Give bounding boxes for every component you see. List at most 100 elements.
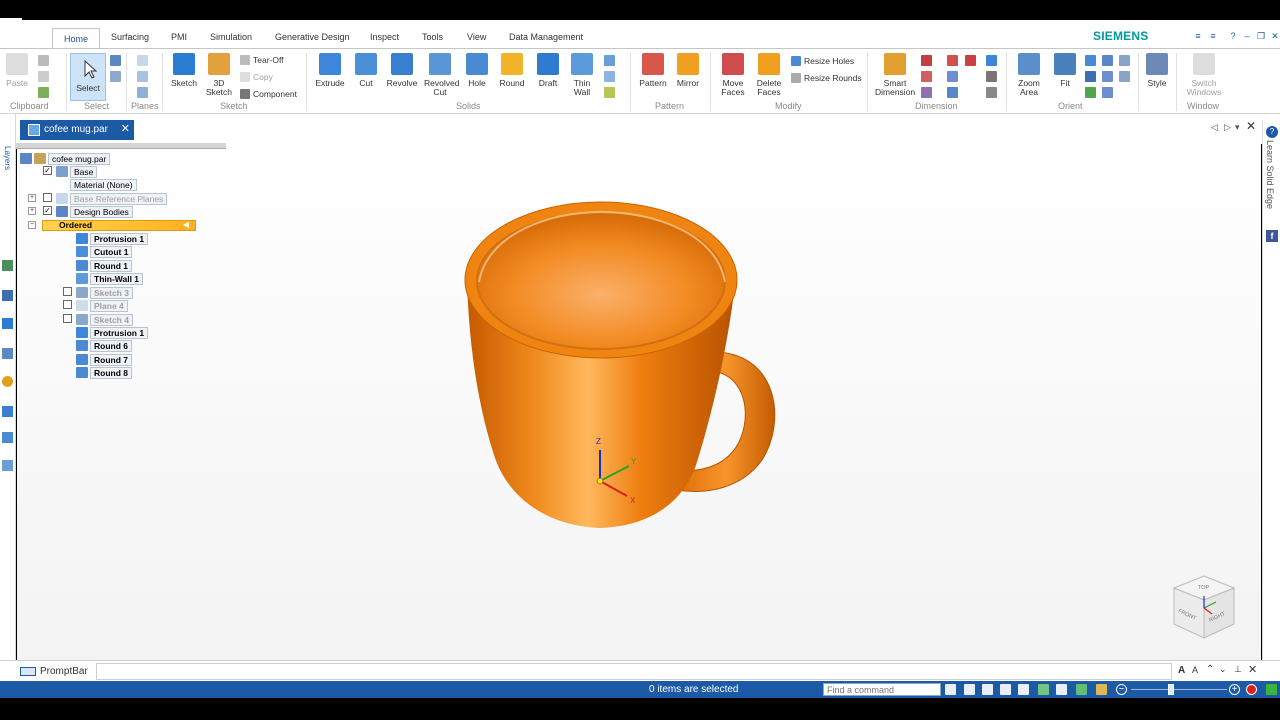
style-button[interactable]: Style <box>1144 53 1170 88</box>
round-button[interactable]: Round <box>497 53 527 88</box>
base-planes-checkbox[interactable] <box>43 193 52 202</box>
help-circle-icon[interactable]: ? <box>1266 126 1278 138</box>
design-bodies-checkbox[interactable]: ✓ <box>43 206 52 215</box>
zoom-status-icon[interactable] <box>982 684 993 695</box>
resize-holes-button[interactable]: Resize Holes <box>791 56 854 66</box>
tab-scroll-right-icon[interactable]: ▷ <box>1224 122 1231 133</box>
tab-view[interactable]: View <box>467 32 486 42</box>
rotate-status-icon[interactable] <box>1038 684 1049 695</box>
tree-item-ordered[interactable]: Ordered ◀ <box>42 220 196 231</box>
text-icon[interactable] <box>986 71 997 82</box>
select-button[interactable]: Select <box>70 53 106 101</box>
fit-status-icon[interactable] <box>1000 684 1011 695</box>
copy-clipboard-icon[interactable] <box>38 71 49 82</box>
tree-item-feature[interactable]: Thin-Wall 1 <box>90 272 144 285</box>
copy-button[interactable]: Copy <box>240 72 273 82</box>
coincident-plane-icon[interactable] <box>137 55 148 66</box>
sensors-icon[interactable] <box>2 406 13 417</box>
plane-4-checkbox[interactable] <box>63 300 72 309</box>
tree-item-feature[interactable]: Sketch 3 <box>90 286 133 299</box>
thin-wall-button[interactable]: Thin Wall <box>569 53 595 97</box>
pan-status-icon[interactable] <box>1018 684 1029 695</box>
web-network-icon[interactable] <box>604 71 615 82</box>
select-filter-icon[interactable] <box>110 55 121 66</box>
spin-about-icon[interactable] <box>1102 71 1113 82</box>
variables-icon[interactable] <box>2 432 13 443</box>
resize-rounds-button[interactable]: Resize Rounds <box>791 73 862 83</box>
revolved-cut-button[interactable]: Revolved Cut <box>420 53 460 97</box>
expand-icon[interactable]: + <box>28 207 36 215</box>
record-icon[interactable] <box>1246 684 1257 695</box>
view-orient-icon[interactable] <box>1102 55 1113 66</box>
pan-icon[interactable] <box>1085 71 1096 82</box>
document-tab[interactable]: cofee mug.par ✕ <box>20 120 134 140</box>
tree-item-design-bodies[interactable]: Design Bodies <box>70 205 133 218</box>
zoom-in-icon[interactable]: + <box>1229 684 1240 695</box>
tab-list-icon[interactable]: ▾ <box>1235 122 1240 133</box>
zoom-icon[interactable] <box>1085 55 1096 66</box>
tree-item-feature[interactable]: Round 6 <box>90 339 132 352</box>
parallel-plane-icon[interactable] <box>137 71 148 82</box>
tab-home[interactable]: Home <box>52 28 101 49</box>
tab-inspect[interactable]: Inspect <box>370 32 399 42</box>
tear-off-button[interactable]: Tear-Off <box>240 55 284 65</box>
learn-solid-edge-tab[interactable]: Learn Solid Edge <box>1265 140 1275 209</box>
3d-sketch-button[interactable]: 3D Sketch <box>204 53 234 97</box>
rib-icon[interactable] <box>604 55 615 66</box>
facebook-icon[interactable]: f <box>1266 230 1278 242</box>
selection-manager-icon[interactable] <box>2 460 13 471</box>
revolve-button[interactable]: Revolve <box>384 53 420 88</box>
base-checkbox[interactable]: ✓ <box>43 166 52 175</box>
tree-root[interactable]: cofee mug.par <box>48 152 111 165</box>
tree-item-feature[interactable]: Round 8 <box>90 366 132 379</box>
fit-button[interactable]: Fit <box>1052 53 1078 88</box>
restore-icon[interactable]: ❐ <box>1256 31 1266 41</box>
help-icon[interactable]: ? <box>1228 31 1238 41</box>
tree-item-feature[interactable]: Protrusion 1 <box>90 326 149 339</box>
zoom-area-status-icon[interactable] <box>964 684 975 695</box>
zoom-slider-track[interactable] <box>1131 689 1227 690</box>
common-views-icon[interactable] <box>1119 71 1130 82</box>
format-painter-icon[interactable] <box>38 87 49 98</box>
minimize-icon[interactable]: – <box>1242 31 1252 41</box>
close-promptbar-icon[interactable]: ✕ <box>1248 663 1257 676</box>
distance-between-icon[interactable] <box>921 55 932 66</box>
view-cube[interactable]: TOP FRONT RIGHT <box>1172 574 1236 642</box>
extrude-button[interactable]: Extrude <box>313 53 347 88</box>
tree-item-feature[interactable]: Round 7 <box>90 353 132 366</box>
angled-plane-icon[interactable] <box>137 87 148 98</box>
zoom-area-button[interactable]: Zoom Area <box>1014 53 1044 97</box>
angle-between-icon[interactable] <box>921 71 932 82</box>
paste-button[interactable]: Paste <box>4 53 30 88</box>
expand-up-icon[interactable]: ⌃ <box>1206 664 1214 675</box>
help-menu-icon[interactable]: ≡ <box>1208 31 1218 41</box>
tree-item-base-reference-planes[interactable]: Base Reference Planes <box>70 192 168 205</box>
feature-library-icon[interactable] <box>2 376 13 387</box>
cut-button[interactable]: Cut <box>353 53 379 88</box>
upload-icon[interactable] <box>1266 684 1277 695</box>
close-window-icon[interactable]: ✕ <box>1246 119 1256 133</box>
zoom-slider-thumb[interactable] <box>1168 684 1174 695</box>
command-search-arrow-icon[interactable] <box>945 684 956 695</box>
sketch-view-icon[interactable] <box>1119 55 1130 66</box>
rollback-arrow-icon[interactable]: ◀ <box>183 220 189 229</box>
hole-button[interactable]: Hole <box>464 53 490 88</box>
pathfinder-icon[interactable] <box>2 260 13 271</box>
library-icon[interactable] <box>2 318 13 329</box>
font-small-icon[interactable]: A <box>1192 665 1198 675</box>
named-view-status-icon[interactable] <box>1056 684 1067 695</box>
collapse-icon[interactable]: − <box>28 221 36 229</box>
sketch-4-checkbox[interactable] <box>63 314 72 323</box>
close-icon[interactable]: ✕ <box>1270 31 1280 41</box>
tree-item-feature[interactable]: Cutout 1 <box>90 245 133 258</box>
delete-faces-button[interactable]: Delete Faces <box>752 53 786 97</box>
view-style-status-icon[interactable] <box>1076 684 1087 695</box>
annotation-icon[interactable] <box>986 55 997 66</box>
mirror-button[interactable]: Mirror <box>673 53 703 88</box>
switch-windows-button[interactable]: Switch Windows <box>1180 53 1228 97</box>
tab-tools[interactable]: Tools <box>422 32 443 42</box>
tree-item-base[interactable]: Base <box>70 165 98 178</box>
triad-origin[interactable] <box>596 477 604 485</box>
expand-icon[interactable]: + <box>28 194 36 202</box>
select-tools-icon[interactable] <box>110 71 121 82</box>
